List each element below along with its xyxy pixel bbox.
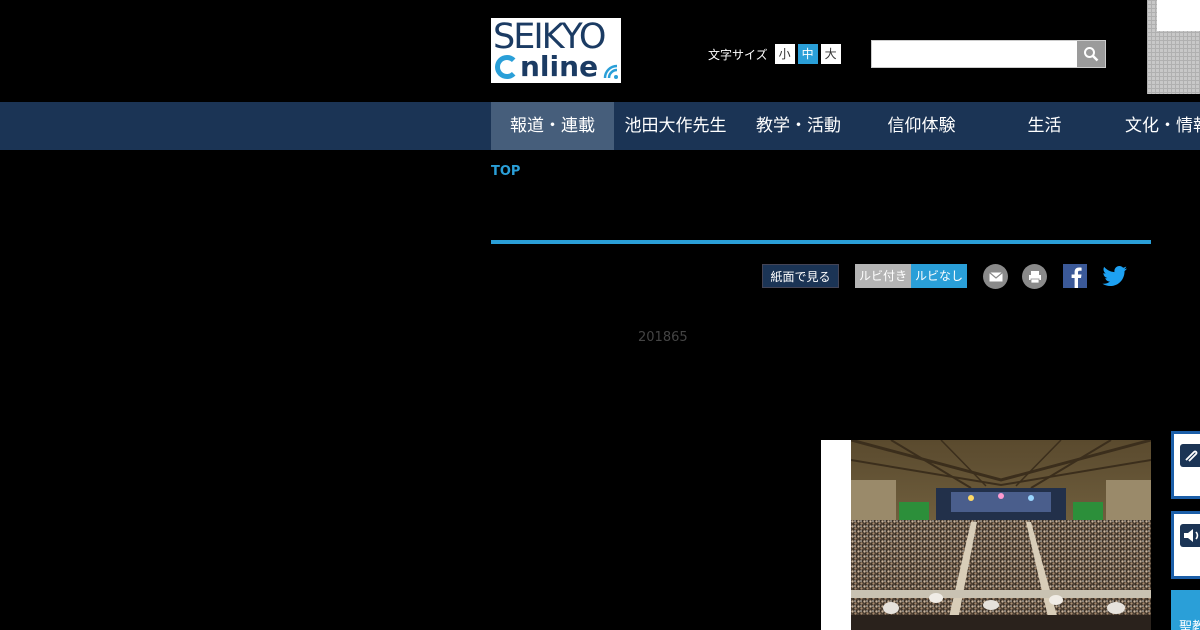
article-photo[interactable] xyxy=(851,440,1151,630)
font-size-label: 文字サイズ xyxy=(708,47,768,62)
nav-item-ikeda[interactable]: 池田大作先生 xyxy=(614,102,737,150)
mail-share-button[interactable] xyxy=(983,264,1008,289)
search-button[interactable] xyxy=(1077,41,1105,67)
nav-item-experience[interactable]: 信仰体験 xyxy=(860,102,983,150)
title-divider xyxy=(491,240,1151,244)
concert-hall-photo xyxy=(851,440,1151,630)
font-size-small-button[interactable]: 小 xyxy=(774,44,795,64)
ruby-off-button[interactable]: ルビなし xyxy=(911,264,967,288)
breadcrumb-top-link[interactable]: TOP xyxy=(491,164,520,179)
logo-text-online-rest: nline xyxy=(520,50,599,83)
facebook-icon xyxy=(1071,267,1082,288)
font-size-control: 文字サイズ 小 中 大 xyxy=(708,44,844,64)
clip-icon xyxy=(1180,444,1200,467)
ruby-toggle: ルビ付き ルビなし xyxy=(855,264,967,288)
side-link-1[interactable] xyxy=(1171,431,1200,499)
side-link-2[interactable] xyxy=(1171,511,1200,579)
nav-item-life[interactable]: 生活 xyxy=(983,102,1106,150)
twitter-icon xyxy=(1102,266,1127,286)
side-link-3[interactable]: 聖教 xyxy=(1171,590,1200,630)
font-size-large-button[interactable]: 大 xyxy=(820,44,841,64)
logo-o-icon xyxy=(495,55,519,79)
global-nav: 報道・連載 池田大作先生 教学・活動 信仰体験 生活 文化・情報 xyxy=(0,102,1200,150)
seikyo-online-logo[interactable]: SEIKYO nline xyxy=(491,18,621,83)
view-paper-button[interactable]: 紙面で見る xyxy=(762,264,839,288)
search-box xyxy=(871,40,1106,68)
page: SEIKYO nline 文字サイズ 小 中 大 報道・連載 池田大作先生 教学… xyxy=(0,0,1200,630)
facebook-share-button[interactable] xyxy=(1063,264,1087,288)
print-icon xyxy=(1028,270,1041,283)
speaker-icon xyxy=(1180,524,1200,547)
nav-item-news[interactable]: 報道・連載 xyxy=(491,102,614,150)
font-size-medium-button[interactable]: 中 xyxy=(797,44,818,64)
article-date: 201865 xyxy=(638,330,688,345)
search-icon xyxy=(1084,47,1099,62)
signal-icon xyxy=(603,64,618,79)
print-button[interactable] xyxy=(1022,264,1047,289)
search-input[interactable] xyxy=(872,41,1077,67)
nav-item-study[interactable]: 教学・活動 xyxy=(737,102,860,150)
logo-text-online: nline xyxy=(495,52,598,82)
banner-ad-inner xyxy=(1157,0,1200,31)
mail-icon xyxy=(988,271,1003,281)
twitter-share-button[interactable] xyxy=(1101,264,1129,288)
ruby-on-button[interactable]: ルビ付き xyxy=(855,264,911,288)
nav-item-culture[interactable]: 文化・情報 xyxy=(1106,102,1200,150)
